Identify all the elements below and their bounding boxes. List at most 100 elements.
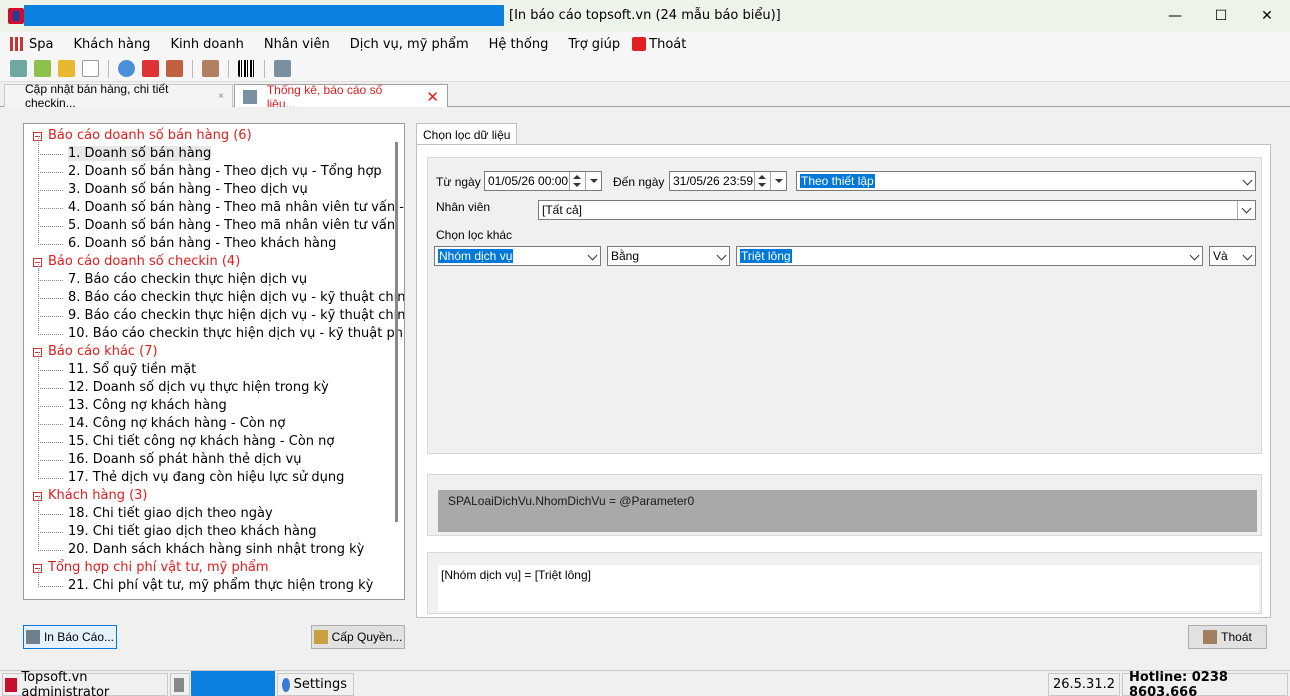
tree-item[interactable]: 9. Báo cáo checkin thực hiện dịch vụ - k… (32, 298, 404, 325)
toolbar-separator (192, 59, 193, 78)
menu-kinh-doanh[interactable]: Kinh doanh (160, 32, 253, 56)
tree-group[interactable]: Khách hàng (3) (32, 487, 392, 505)
status-hotline: Hotline: 0238 8603.666 (1122, 670, 1288, 696)
grid-icon (10, 37, 24, 51)
tab-cap-nhat-ban-hang[interactable]: Cập nhật bán hàng, chi tiết checkin... × (4, 82, 233, 110)
printer-icon[interactable] (274, 60, 291, 77)
database-icon (174, 677, 184, 692)
tree-item[interactable]: 7. Báo cáo checkin thực hiện dịch vụ (32, 262, 392, 289)
menu-nhan-vien[interactable]: Nhân viên (254, 32, 340, 56)
tree-item[interactable]: 18. Chi tiết giao dịch theo ngày (32, 496, 392, 523)
tree-item[interactable]: 8. Báo cáo checkin thực hiện dịch vụ - k… (32, 280, 404, 307)
filter-logic-select[interactable]: Và (1209, 246, 1256, 266)
menu-tro-giup[interactable]: Trợ giúp (558, 32, 630, 56)
chevron-down-icon (716, 250, 727, 261)
tree-group[interactable]: Tổng hợp chi phí vật tư, mỹ phẩm (32, 559, 392, 577)
tab-close-icon[interactable]: × (218, 91, 224, 102)
toolbar-separator (228, 59, 229, 78)
tree-item[interactable]: 12. Doanh số dịch vụ thực hiện trong kỳ (32, 370, 392, 397)
tree-item[interactable]: 13. Công nợ khách hàng (32, 388, 392, 415)
menu-thoat[interactable]: Thoát (630, 32, 696, 56)
tab-chon-loc-du-lieu[interactable]: Chọn lọc dữ liệu (416, 123, 518, 145)
chevron-down-icon (1189, 250, 1200, 261)
phone-icon[interactable] (142, 60, 159, 77)
condition-text: [Nhóm dịch vụ] = [Triệt lông] (438, 565, 1259, 611)
status-redacted-region (191, 671, 275, 696)
sql-expression-group: SPALoaiDichVu.NhomDichVu = @Parameter0 (427, 474, 1262, 536)
barcode-icon[interactable] (238, 60, 255, 77)
tree-item[interactable]: 19. Chi tiết giao dịch theo khách hàng (32, 514, 392, 541)
tree-item[interactable]: 1. Doanh số bán hàng (32, 136, 392, 163)
status-settings[interactable]: Settings (277, 673, 354, 696)
title-bar: [In báo cáo topsoft.vn (24 mẫu báo biểu)… (0, 0, 1290, 32)
filter-operator-select[interactable]: Bằng (607, 246, 730, 266)
filter-field-select[interactable]: Nhóm dịch vụ (434, 246, 601, 266)
tab-thong-ke-bao-cao[interactable]: Thống kê, báo cáo số liệu... ✕ (234, 83, 448, 111)
filter-criteria-select[interactable]: Triệt lông (736, 246, 1203, 266)
from-date-dropdown[interactable] (585, 172, 601, 190)
tree-item[interactable]: 17. Thẻ dịch vụ đang còn hiệu lực sử dụn… (32, 460, 392, 487)
ticket-icon[interactable] (58, 60, 75, 77)
print-report-button[interactable]: In Báo Cáo... (23, 625, 117, 649)
to-date-label: Đến ngày (613, 175, 665, 189)
minimize-button[interactable]: — (1152, 0, 1198, 32)
menu-spa[interactable]: Spa (0, 32, 63, 56)
title-redacted-region (24, 5, 504, 26)
to-date-spinner[interactable] (754, 172, 768, 190)
chevron-down-icon (1242, 175, 1253, 186)
tree-item[interactable]: 14. Công nợ khách hàng - Còn nợ (32, 406, 392, 433)
exit-button[interactable]: Thoát (1188, 625, 1267, 649)
document-tab-strip: Cập nhật bán hàng, chi tiết checkin... ×… (0, 82, 1290, 111)
tree-item[interactable]: 5. Doanh số bán hàng - Theo mã nhân viên… (32, 208, 395, 235)
from-date-spinner[interactable] (569, 172, 583, 190)
menu-dich-vu-my-pham[interactable]: Dịch vụ, mỹ phẩm (340, 32, 479, 56)
tree-item[interactable]: 4. Doanh số bán hàng - Theo mã nhân viên… (32, 190, 404, 217)
filter-panel: Từ ngày 01/05/26 00:00 Đến ngày 31/05/26… (416, 144, 1271, 618)
to-date-input[interactable]: 31/05/26 23:59 (669, 171, 787, 191)
tab-close-icon[interactable]: ✕ (426, 88, 439, 106)
tree-item[interactable]: 20. Danh sách khách hàng sinh nhật trong… (32, 532, 392, 559)
basket-icon[interactable] (10, 60, 27, 77)
app-logo-icon (8, 8, 24, 24)
tree-item[interactable]: 6. Doanh số bán hàng - Theo khách hàng (32, 226, 392, 253)
maximize-button[interactable]: ☐ (1198, 0, 1244, 32)
permission-button[interactable]: Cấp Quyền... (311, 625, 405, 649)
condition-group: [Nhóm dịch vụ] = [Triệt lông] (427, 552, 1262, 614)
tree-item[interactable]: 15. Chi tiết công nợ khách hàng - Còn nợ (32, 424, 392, 451)
logo-icon (5, 677, 18, 692)
menu-he-thong[interactable]: Hệ thống (479, 32, 559, 56)
tree-item[interactable]: 10. Báo cáo checkin thực hiện dịch vụ - … (32, 316, 404, 343)
chart-icon[interactable] (34, 60, 51, 77)
from-date-input[interactable]: 01/05/26 00:00 (484, 171, 602, 191)
menu-khach-hang[interactable]: Khách hàng (63, 32, 160, 56)
period-select[interactable]: Theo thiết lập (796, 171, 1256, 191)
status-version: 26.5.31.2 (1048, 673, 1120, 696)
tree-group[interactable]: Báo cáo khác (7) (32, 343, 392, 361)
tree-item[interactable]: 21. Chi phí vật tư, mỹ phẩm thực hiện tr… (32, 568, 392, 595)
printer-icon (25, 630, 40, 644)
users-icon[interactable] (166, 60, 183, 77)
menu-bar: Spa Khách hàng Kinh doanh Nhân viên Dịch… (0, 32, 1290, 81)
tree-scrollbar[interactable] (395, 142, 398, 522)
person-icon[interactable] (202, 60, 219, 77)
tree-item[interactable]: 11. Sổ quỹ tiền mặt (32, 352, 392, 379)
tree-group[interactable]: Báo cáo doanh số bán hàng (6) (32, 127, 392, 145)
from-date-label: Từ ngày (436, 175, 481, 189)
bulb-icon[interactable] (118, 60, 135, 77)
tree-item[interactable]: 3. Doanh số bán hàng - Theo dịch vụ (32, 172, 392, 199)
staff-label: Nhân viên (436, 200, 491, 214)
close-window-button[interactable]: ✕ (1244, 0, 1290, 32)
staff-dropdown-button[interactable] (1237, 201, 1255, 219)
tree-group[interactable]: Báo cáo doanh số checkin (4) (32, 253, 392, 271)
calendar-icon[interactable] (82, 60, 99, 77)
toolbar-separator (108, 59, 109, 78)
filter-box: Từ ngày 01/05/26 00:00 Đến ngày 31/05/26… (427, 157, 1262, 454)
other-filter-label: Chọn lọc khác (436, 228, 513, 242)
gear-icon (282, 677, 290, 692)
tree-item[interactable]: 2. Doanh số bán hàng - Theo dịch vụ - Tổ… (32, 154, 392, 181)
status-bar: Topsoft.vn administrator Settings 26.5.3… (0, 670, 1290, 696)
staff-select[interactable]: [Tất cả] (538, 200, 1256, 220)
to-date-dropdown[interactable] (770, 172, 786, 190)
report-tree[interactable]: Báo cáo doanh số bán hàng (6) 1. Doanh số… (23, 123, 405, 600)
tree-item[interactable]: 16. Doanh số phát hành thẻ dịch vụ (32, 442, 392, 469)
